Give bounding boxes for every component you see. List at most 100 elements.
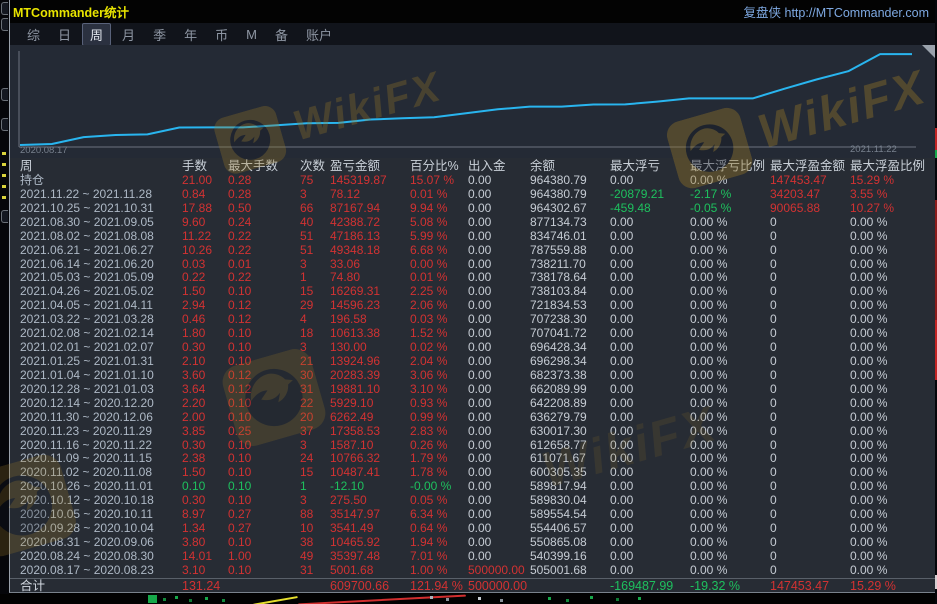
value-cell: 11.22 [182,230,228,244]
table-row[interactable]: 2021.03.22 ~ 2021.03.280.460.124196.580.… [10,313,935,327]
period-cell: 2020.11.23 ~ 2020.11.29 [20,425,182,439]
value-cell: 10487.41 [330,466,410,480]
menu-bar: 综日周月季年币M备账户 [10,23,935,45]
value-cell: 90065.88 [770,202,850,216]
value-cell: 0.00 % [850,522,935,536]
table-row[interactable]: 2020.11.16 ~ 2020.11.220.300.1031587.100… [10,439,935,453]
value-cell: 0.64 % [410,522,468,536]
table-row[interactable]: 2021.08.30 ~ 2021.09.059.600.244042388.7… [10,216,935,230]
value-cell: 0.00 % [850,494,935,508]
value-cell: 0.00 [610,285,690,299]
table-header-row: 周手数最大手数次数盈亏金额百分比%出入金余额最大浮亏最大浮亏比例最大浮盈金额最大… [10,158,935,174]
background-marker [2,152,6,155]
value-cell: 0.30 [182,341,228,355]
value-cell: 0.46 [182,313,228,327]
table-row[interactable]: 2020.10.12 ~ 2020.10.180.300.103275.500.… [10,494,935,508]
value-cell: 3 [300,258,330,272]
value-cell: 66 [300,202,330,216]
table-row[interactable]: 2021.02.01 ~ 2021.02.070.300.103130.000.… [10,341,935,355]
period-cell: 2020.12.28 ~ 2021.01.03 [20,383,182,397]
value-cell: 0.00 [468,383,530,397]
period-cell: 2021.05.03 ~ 2021.05.09 [20,271,182,285]
table-row[interactable]: 2020.12.14 ~ 2020.12.202.200.10225929.10… [10,397,935,411]
value-cell: 1 [300,271,330,285]
menu-tab-4[interactable]: 季 [146,24,173,45]
value-cell: 0.00 [468,188,530,202]
table-row[interactable]: 2021.05.03 ~ 2021.05.090.220.22174.800.0… [10,271,935,285]
value-cell: 696298.34 [530,355,610,369]
table-row[interactable]: 2021.06.14 ~ 2021.06.200.030.01333.060.0… [10,258,935,272]
value-cell: 0.28 [228,174,300,188]
value-cell: 0 [770,550,850,564]
value-cell: 7.01 % [410,550,468,564]
value-cell: 540399.16 [530,550,610,564]
table-row[interactable]: 2020.11.30 ~ 2020.12.062.000.10206262.49… [10,411,935,425]
table-row[interactable]: 2020.09.28 ~ 2020.10.041.340.27103541.49… [10,522,935,536]
value-cell: 0.00 % [690,174,770,188]
table-row[interactable]: 2020.11.23 ~ 2020.11.293.850.253717358.5… [10,425,935,439]
title-bar: MTCommander统计 复盘侠 http://MTCommander.com [10,0,935,23]
table-row[interactable]: 持仓21.000.2875145319.8715.07 %0.00964380.… [10,174,935,188]
value-cell: 589817.94 [530,480,610,494]
table-row[interactable]: 2020.10.26 ~ 2020.11.010.100.101-12.10-0… [10,480,935,494]
value-cell: 88 [300,508,330,522]
menu-tab-9[interactable]: 账户 [299,24,339,45]
background-toolbar-button [1,118,8,131]
value-cell: 5001.68 [330,564,410,578]
table-row[interactable]: 2020.11.02 ~ 2020.11.081.500.101510487.4… [10,466,935,480]
value-cell: 0.00 [610,522,690,536]
table-row[interactable]: 2021.01.04 ~ 2021.01.103.600.123020283.3… [10,369,935,383]
table-row[interactable]: 2021.06.21 ~ 2021.06.2710.260.225149348.… [10,244,935,258]
menu-tab-8[interactable]: 备 [268,24,295,45]
value-cell: 2.10 [182,355,228,369]
value-cell: 0.00 [468,425,530,439]
table-row[interactable]: 2020.08.31 ~ 2020.09.063.800.103810465.9… [10,536,935,550]
value-cell: 600305.35 [530,466,610,480]
value-cell: 196.58 [330,313,410,327]
value-cell: 47186.13 [330,230,410,244]
table-row[interactable]: 2021.01.25 ~ 2021.01.312.100.102113924.9… [10,355,935,369]
value-cell: 0.00 [468,341,530,355]
value-cell: 15.29 % [850,174,935,188]
table-total-row[interactable]: 合计131.24609700.66121.94 %500000.00-16948… [10,578,935,592]
menu-tab-2[interactable]: 周 [82,23,111,46]
value-cell: 738178.64 [530,271,610,285]
value-cell: 0.00 % [690,536,770,550]
table-row[interactable]: 2020.11.09 ~ 2020.11.152.380.102410766.3… [10,452,935,466]
menu-tab-1[interactable]: 日 [51,24,78,45]
value-cell: 0.02 % [410,341,468,355]
table-row[interactable]: 2020.12.28 ~ 2021.01.033.640.123119881.1… [10,383,935,397]
value-cell: 130.00 [330,341,410,355]
menu-tab-3[interactable]: 月 [115,24,142,45]
table-row[interactable]: 2021.04.05 ~ 2021.04.112.940.122914596.2… [10,299,935,313]
value-cell: 31 [300,564,330,578]
value-cell: -2.17 % [690,188,770,202]
table-row[interactable]: 2021.08.02 ~ 2021.08.0811.220.225147186.… [10,230,935,244]
value-cell: 0.00 % [850,341,935,355]
value-cell: 0.00 % [690,327,770,341]
value-cell: 964302.67 [530,202,610,216]
table-row[interactable]: 2021.04.26 ~ 2021.05.021.500.101516269.3… [10,285,935,299]
value-cell: 87167.94 [330,202,410,216]
value-cell: 0.00 [610,508,690,522]
value-cell: 9.94 % [410,202,468,216]
table-row[interactable]: 2021.10.25 ~ 2021.10.3117.880.506687167.… [10,202,935,216]
table-row[interactable]: 2021.11.22 ~ 2021.11.280.840.28378.120.0… [10,188,935,202]
menu-tab-0[interactable]: 综 [20,24,47,45]
value-cell: 0 [770,313,850,327]
value-cell: 21 [300,355,330,369]
table-row[interactable]: 2020.08.17 ~ 2020.08.233.100.10315001.68… [10,564,935,578]
value-cell: 3.85 [182,425,228,439]
menu-tab-5[interactable]: 年 [177,24,204,45]
brand-link[interactable]: 复盘侠 http://MTCommander.com [744,2,929,21]
menu-tab-7[interactable]: M [239,26,264,43]
value-cell: 877134.73 [530,216,610,230]
table-row[interactable]: 2020.10.05 ~ 2020.10.118.970.278835147.9… [10,508,935,522]
background-candle [616,598,619,601]
column-header-4: 盈亏金额 [330,158,410,174]
table-row[interactable]: 2021.02.08 ~ 2021.02.141.800.101810613.3… [10,327,935,341]
table-row[interactable]: 2020.08.24 ~ 2020.08.3014.011.004935397.… [10,550,935,564]
value-cell: 34203.47 [770,188,850,202]
value-cell: 609700.66 [330,579,410,593]
menu-tab-6[interactable]: 币 [208,24,235,45]
